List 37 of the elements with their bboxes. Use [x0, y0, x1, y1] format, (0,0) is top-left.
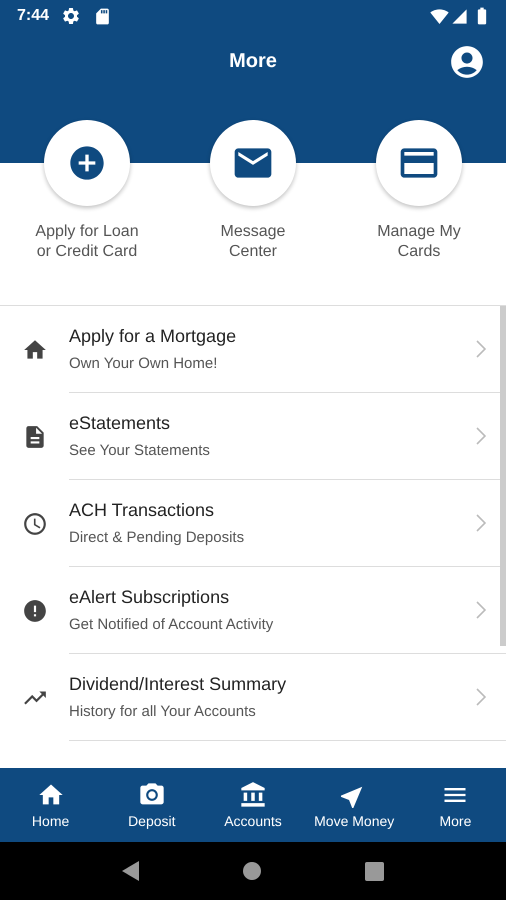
signal-icon [451, 8, 468, 24]
action-label: Apply for Loan or Credit Card [34, 222, 140, 262]
page-title: More [229, 50, 277, 72]
menu-title[interactable]: Apply for a Mortgage [69, 326, 476, 347]
nav-tab[interactable]: Move Money [304, 768, 405, 842]
home-button[interactable] [243, 862, 261, 880]
scrollbar[interactable] [500, 306, 506, 646]
recents-button[interactable] [365, 862, 384, 880]
alert-icon [22, 598, 48, 624]
nav-tab[interactable]: More [404, 768, 506, 842]
menu-title[interactable]: eAlert Subscriptions [69, 587, 476, 608]
action-label: Manage My Cards [376, 222, 462, 262]
clock-icon [22, 510, 48, 536]
nav-tab[interactable]: Home [0, 768, 102, 842]
menu-title[interactable]: eStatements [69, 413, 476, 434]
back-button[interactable] [122, 861, 139, 881]
profile-icon [448, 43, 486, 81]
action-label: Message Center [220, 222, 286, 262]
menu-title[interactable]: Dividend/Interest Summary [69, 674, 476, 695]
menu-subtitle: Own Your Own Home! [69, 355, 218, 372]
settings-icon [61, 6, 82, 26]
bank-icon [239, 781, 267, 809]
chevron-icon [476, 514, 486, 532]
menu-subtitle: See Your Statements [69, 442, 211, 459]
status-time: 7:44 [17, 7, 50, 25]
menu-title[interactable]: ACH Transactions [69, 500, 476, 521]
menu-subtitle: Direct & Pending Deposits [69, 529, 246, 546]
chevron-icon [476, 340, 486, 358]
chevron-icon [476, 601, 486, 619]
menu-subtitle: History for all Your Accounts [69, 703, 257, 720]
chevron-icon [476, 427, 486, 445]
profile-button[interactable] [448, 43, 486, 81]
wifi-icon [430, 6, 449, 26]
chevron-icon [476, 688, 486, 706]
nav-tab[interactable]: Deposit [101, 768, 202, 842]
nav-tab[interactable]: Accounts [202, 768, 304, 842]
menu-subtitle: Get Notified of Account Activity [69, 616, 274, 633]
